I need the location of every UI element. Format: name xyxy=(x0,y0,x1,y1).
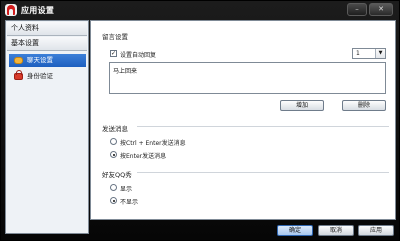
send-ctrl-enter-radio[interactable] xyxy=(110,138,117,145)
delete-reply-button[interactable]: 删除 xyxy=(342,100,386,111)
sidebar-group-personal[interactable]: 个人资料 xyxy=(7,22,87,36)
chat-bubble-icon xyxy=(14,57,23,64)
window-title: 应用设置 xyxy=(21,6,55,15)
auto-reply-select-value: 1 xyxy=(356,50,360,57)
send-enter-radio[interactable] xyxy=(110,151,117,158)
app-logo-icon xyxy=(5,4,17,16)
hide-qqshow-radio[interactable] xyxy=(110,197,117,204)
auto-reply-message-textarea[interactable]: 马上回来 xyxy=(109,62,386,94)
cancel-button[interactable]: 取消 xyxy=(318,225,354,236)
ok-button[interactable]: 确定 xyxy=(277,225,313,236)
section-divider xyxy=(137,172,389,173)
minimize-button[interactable]: – xyxy=(347,3,367,16)
sidebar-item-label: 身份验证 xyxy=(27,72,53,80)
auto-reply-select[interactable]: 1 ▼ xyxy=(352,48,386,59)
apply-button[interactable]: 应用 xyxy=(358,225,394,236)
section-divider xyxy=(137,126,389,127)
section-title-send-message: 发送消息 xyxy=(102,125,128,133)
send-ctrl-enter-label: 按Ctrl + Enter发送消息 xyxy=(120,140,186,147)
section-title-friend-qqshow: 好友QQ秀 xyxy=(102,171,132,179)
title-bar[interactable]: 应用设置 – ✕ xyxy=(1,1,399,19)
hide-qqshow-label: 不显示 xyxy=(120,199,139,206)
sidebar-item-chat-settings[interactable]: 聊天设置 xyxy=(9,54,86,67)
add-reply-button[interactable]: 增加 xyxy=(280,100,324,111)
sidebar-item-label: 聊天设置 xyxy=(27,56,53,64)
lock-icon xyxy=(14,70,23,80)
auto-reply-checkbox[interactable]: ✓ xyxy=(110,50,117,57)
sidebar-item-identity-verification[interactable]: 身份验证 xyxy=(9,70,86,83)
dropdown-arrow-icon[interactable]: ▼ xyxy=(375,49,385,58)
close-button[interactable]: ✕ xyxy=(369,3,393,16)
send-enter-label: 按Enter发送消息 xyxy=(120,153,167,160)
settings-content: 留言设置 ✓ 设置自动回复 1 ▼ 马上回来 增加 删除 发送消息 按Ctrl … xyxy=(90,20,396,220)
settings-window: 应用设置 – ✕ 个人资料 基本设置 聊天设置 身份验证 留言设置 ✓ 设置自动… xyxy=(0,0,400,241)
sidebar: 个人资料 基本设置 聊天设置 身份验证 xyxy=(5,20,89,234)
show-qqshow-radio[interactable] xyxy=(110,184,117,191)
sidebar-group-basic[interactable]: 基本设置 xyxy=(7,37,87,51)
show-qqshow-label: 显示 xyxy=(120,186,133,193)
section-title-auto-reply: 留言设置 xyxy=(102,33,128,41)
auto-reply-label: 设置自动回复 xyxy=(120,52,157,59)
